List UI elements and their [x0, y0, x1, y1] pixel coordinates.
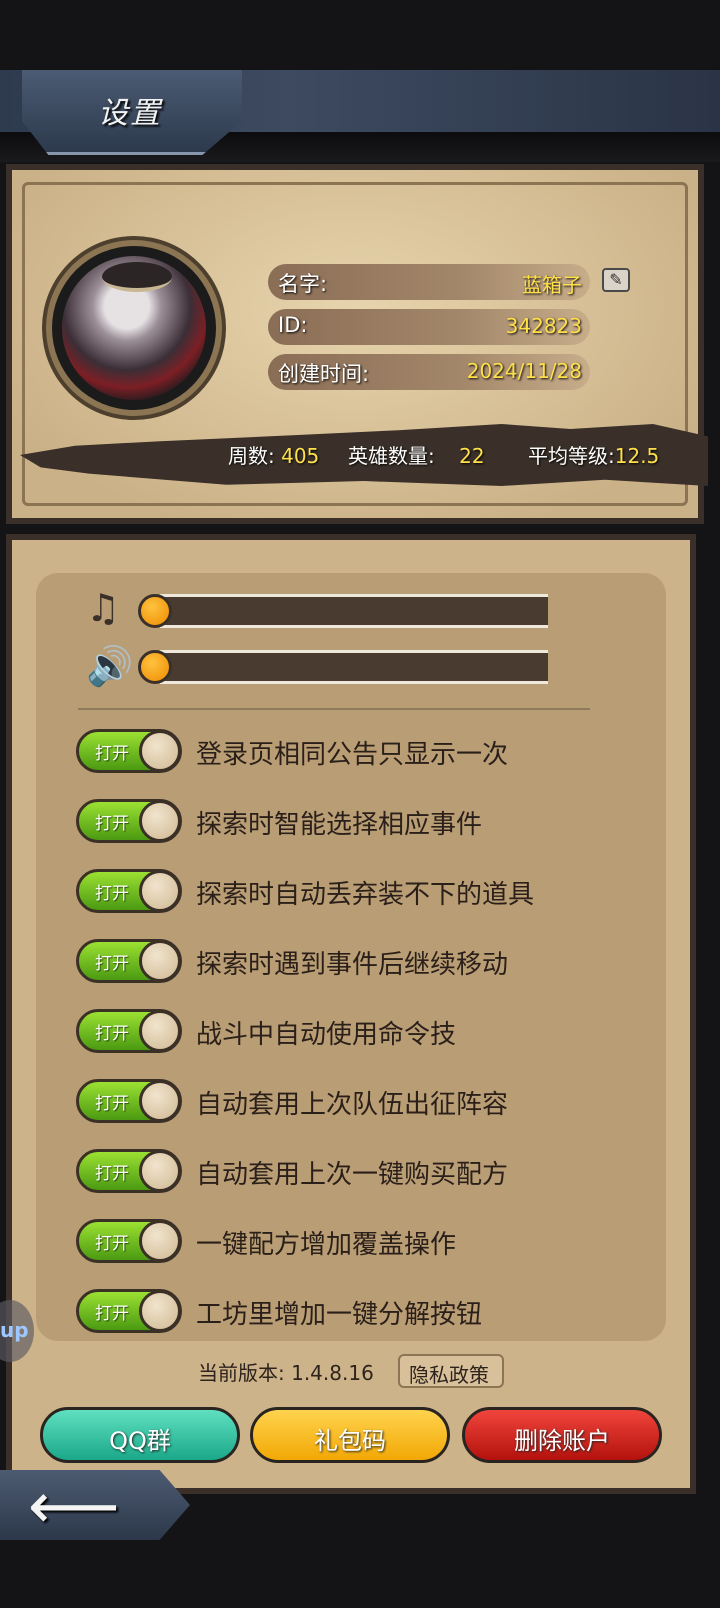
id-row: ID: 342823 — [268, 309, 590, 345]
option-toggle[interactable]: 打开 — [76, 799, 182, 843]
name-label: 名字: — [278, 272, 328, 296]
sound-volume-slider[interactable] — [160, 650, 548, 684]
weeks-label: 周数: — [228, 444, 275, 468]
option-toggle[interactable]: 打开 — [76, 1149, 182, 1193]
version-text: 当前版本: 1.4.8.16 — [198, 1361, 374, 1385]
option-label: 自动套用上次一键购买配方 — [196, 1160, 509, 1190]
toggle-knob — [139, 870, 181, 912]
toggle-text: 打开 — [95, 1024, 129, 1044]
created-value: 2024/11/28 — [466, 359, 582, 383]
avg-level-stat: 平均等级:12.5 — [528, 440, 659, 469]
divider — [78, 708, 590, 710]
toggle-knob — [139, 1150, 181, 1192]
music-volume-slider[interactable] — [160, 594, 548, 628]
toggle-knob — [139, 730, 181, 772]
gift-code-button[interactable]: 礼包码 — [250, 1407, 450, 1463]
id-value: 342823 — [505, 314, 582, 338]
toggle-text: 打开 — [95, 1094, 129, 1114]
avg-level-label: 平均等级: — [528, 444, 615, 468]
name-value: 蓝箱子 — [522, 273, 582, 297]
toggle-knob — [139, 1220, 181, 1262]
toggle-text: 打开 — [95, 954, 129, 974]
option-label: 自动套用上次队伍出征阵容 — [196, 1090, 509, 1120]
toggle-text: 打开 — [95, 884, 129, 904]
floating-badge-text: up — [0, 1318, 29, 1342]
privacy-policy-label: 隐私政策 — [409, 1363, 489, 1387]
option-toggle[interactable]: 打开 — [76, 1009, 182, 1053]
privacy-policy-button[interactable]: 隐私政策 — [398, 1354, 504, 1388]
music-volume-knob[interactable] — [138, 594, 172, 628]
toggle-knob — [139, 800, 181, 842]
edit-name-icon[interactable]: ✎ — [602, 268, 630, 292]
heroes-value: 22 — [459, 444, 485, 468]
sound-volume-knob[interactable] — [138, 650, 172, 684]
music-note-icon: ♫ — [86, 586, 121, 630]
delete-account-button[interactable]: 删除账户 — [462, 1407, 662, 1463]
option-label: 工坊里增加一键分解按钮 — [196, 1300, 483, 1330]
option-label: 探索时智能选择相应事件 — [196, 810, 483, 840]
avatar[interactable] — [62, 256, 206, 400]
toggle-knob — [139, 1010, 181, 1052]
option-toggle[interactable]: 打开 — [76, 729, 182, 773]
option-label: 战斗中自动使用命令技 — [196, 1020, 457, 1050]
heroes-label: 英雄数量: — [348, 444, 435, 468]
toggle-knob — [139, 940, 181, 982]
name-row: 名字: 蓝箱子 — [268, 264, 590, 300]
option-label: 探索时遇到事件后继续移动 — [196, 950, 509, 980]
toggle-knob — [139, 1080, 181, 1122]
delete-account-label: 删除账户 — [514, 1427, 610, 1455]
created-row: 创建时间: 2024/11/28 — [268, 354, 590, 390]
option-label: 登录页相同公告只显示一次 — [196, 740, 509, 770]
toggle-text: 打开 — [95, 1234, 129, 1254]
option-toggle[interactable]: 打开 — [76, 1289, 182, 1333]
weeks-stat: 周数: 405 — [228, 440, 319, 469]
back-arrow-icon[interactable]: ⟵ — [28, 1470, 120, 1544]
toggle-text: 打开 — [95, 1164, 129, 1184]
speaker-icon: 🔊 — [86, 644, 134, 688]
qq-group-label: QQ群 — [109, 1427, 171, 1455]
toggle-text: 打开 — [95, 744, 129, 764]
avg-level-value: 12.5 — [614, 444, 660, 468]
created-label: 创建时间: — [278, 362, 370, 386]
heroes-stat: 英雄数量: 22 — [348, 440, 485, 469]
weeks-value: 405 — [281, 444, 320, 468]
toggle-knob — [139, 1290, 181, 1332]
option-toggle[interactable]: 打开 — [76, 939, 182, 983]
option-label: 探索时自动丢弃装不下的道具 — [196, 880, 535, 910]
gift-code-label: 礼包码 — [314, 1427, 386, 1455]
qq-group-button[interactable]: QQ群 — [40, 1407, 240, 1463]
toggle-text: 打开 — [95, 1304, 129, 1324]
page-title: 设置 — [98, 96, 162, 131]
option-label: 一键配方增加覆盖操作 — [196, 1230, 457, 1260]
option-toggle[interactable]: 打开 — [76, 869, 182, 913]
toggle-text: 打开 — [95, 814, 129, 834]
option-toggle[interactable]: 打开 — [76, 1079, 182, 1123]
id-label: ID: — [278, 313, 308, 337]
option-toggle[interactable]: 打开 — [76, 1219, 182, 1263]
